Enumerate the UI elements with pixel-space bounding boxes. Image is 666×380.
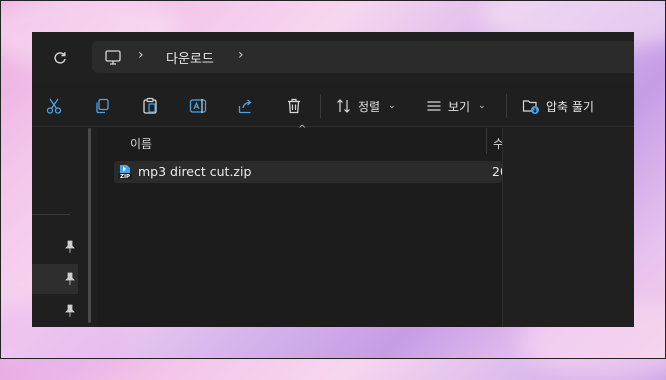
file-name: mp3 direct cut.zip <box>138 164 252 179</box>
view-list-icon <box>427 101 441 111</box>
toolbar-divider <box>506 94 507 118</box>
file-list: ^ 이름 수 ZIP mp3 direct cut.zip 20 <box>98 124 634 327</box>
file-row[interactable]: ZIP mp3 direct cut.zip 20 <box>114 161 508 183</box>
delete-button[interactable] <box>280 92 308 120</box>
navigation-pane <box>32 128 91 327</box>
chevron-down-icon: ⌄ <box>478 101 486 111</box>
sort-icon <box>337 99 350 113</box>
rename-button[interactable] <box>184 92 212 120</box>
this-pc-icon[interactable] <box>104 48 122 66</box>
view-button[interactable]: 보기 ⌄ <box>426 92 486 120</box>
delete-icon <box>288 98 300 114</box>
nav-pinned-item[interactable] <box>32 264 78 294</box>
zip-file-icon: ZIP <box>118 165 132 180</box>
cut-button[interactable] <box>40 92 68 120</box>
share-button[interactable] <box>232 92 260 120</box>
sort-label: 정렬 <box>358 99 381 114</box>
address-box[interactable]: › 다운로드 › <box>92 41 634 73</box>
sort-ascending-icon: ^ <box>298 124 307 135</box>
toolbar-divider <box>320 94 321 118</box>
nav-scrollbar[interactable] <box>88 128 91 323</box>
pin-icon[interactable] <box>64 272 76 286</box>
cut-icon <box>46 98 62 114</box>
details-pane <box>502 128 634 327</box>
column-header-name[interactable]: 이름 <box>130 135 152 152</box>
paste-button[interactable] <box>136 92 164 120</box>
extract-folder-icon <box>522 100 539 114</box>
extract-all-button[interactable]: 압축 풀기 <box>522 92 594 120</box>
paste-icon <box>143 97 157 114</box>
file-explorer-window: › 다운로드 › 정렬 ⌄ 보기 ⌄ 압축 풀기 ^ 이름 수 ZIP mp3 … <box>32 32 634 327</box>
breadcrumb-chevron-icon[interactable]: › <box>238 47 244 63</box>
column-separator[interactable] <box>486 128 487 154</box>
refresh-button[interactable] <box>46 44 74 72</box>
breadcrumb-chevron-icon[interactable]: › <box>138 47 144 63</box>
copy-icon <box>96 98 109 114</box>
share-icon <box>238 99 252 114</box>
copy-button[interactable] <box>88 92 116 120</box>
nav-divider <box>32 214 70 215</box>
command-bar: 정렬 ⌄ 보기 ⌄ 압축 풀기 <box>32 86 634 127</box>
pin-icon[interactable] <box>64 240 76 254</box>
extract-all-label: 압축 풀기 <box>546 99 594 114</box>
svg-text:ZIP: ZIP <box>120 174 130 180</box>
address-row: › 다운로드 › <box>32 32 634 82</box>
view-label: 보기 <box>448 99 471 114</box>
nav-pinned-item[interactable] <box>32 296 78 326</box>
chevron-down-icon: ⌄ <box>388 101 396 111</box>
breadcrumb-downloads[interactable]: 다운로드 <box>166 48 214 67</box>
pin-icon[interactable] <box>64 304 76 318</box>
refresh-icon <box>54 52 66 64</box>
nav-pinned-item[interactable] <box>32 232 78 262</box>
sort-button[interactable]: 정렬 ⌄ <box>336 92 396 120</box>
rename-icon <box>189 99 207 113</box>
